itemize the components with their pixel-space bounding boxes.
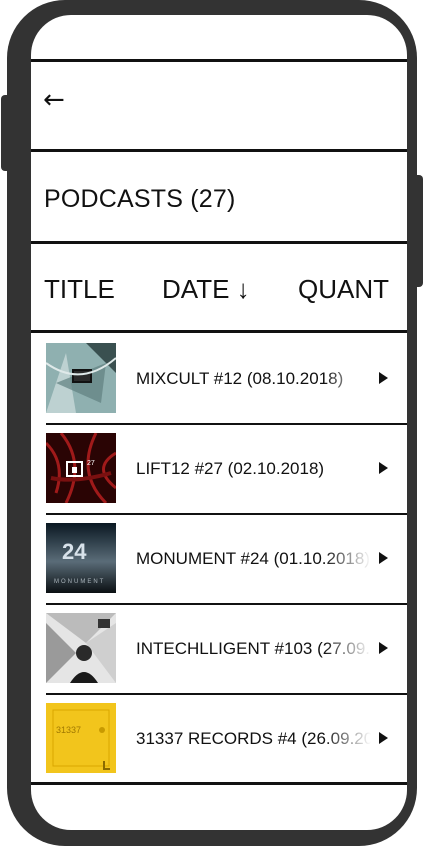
sort-by-date-button[interactable]: DATE ↓	[162, 274, 250, 305]
phone-frame: ← PODCASTS (27) TITLE DATE ↓ QUANT MIXCU…	[7, 0, 417, 846]
svg-text:27: 27	[87, 460, 95, 467]
svg-text:MONUMENT: MONUMENT	[54, 579, 105, 585]
podcast-cover-image	[46, 613, 116, 683]
page-title: PODCASTS (27)	[44, 185, 236, 213]
play-icon[interactable]	[379, 372, 388, 384]
screen: ← PODCASTS (27) TITLE DATE ↓ QUANT MIXCU…	[31, 15, 407, 830]
podcast-title: INTECHLLIGENT #103 (27.09.2018)	[136, 639, 371, 658]
list-item[interactable]: INTECHLLIGENT #103 (27.09.2018)	[31, 605, 407, 695]
list-item[interactable]: 31337 31337 RECORDS #4 (26.09.2018)	[31, 695, 407, 785]
divider	[31, 241, 407, 244]
divider	[31, 782, 407, 785]
podcast-cover-image: 24 MONUMENT	[46, 523, 116, 593]
list-item[interactable]: 24 MONUMENT MONUMENT #24 (01.10.2018)	[31, 515, 407, 605]
play-icon[interactable]	[379, 552, 388, 564]
podcast-cover-image: 27	[46, 433, 116, 503]
divider	[31, 330, 407, 333]
podcast-title: MIXCULT #12 (08.10.2018)	[136, 369, 344, 388]
podcast-title: 31337 RECORDS #4 (26.09.2018)	[136, 729, 371, 748]
list-item[interactable]: 27 LIFT12 #27 (02.10.2018)	[31, 425, 407, 515]
podcast-title: MONUMENT #24 (01.10.2018)	[136, 549, 371, 568]
list-item[interactable]: MIXCULT #12 (08.10.2018)	[31, 335, 407, 425]
sort-by-title-button[interactable]: TITLE	[44, 274, 115, 305]
play-icon[interactable]	[379, 642, 388, 654]
play-icon[interactable]	[379, 462, 388, 474]
play-icon[interactable]	[379, 732, 388, 744]
sort-by-quantity-button[interactable]: QUANT	[298, 274, 389, 305]
back-arrow-icon[interactable]: ←	[43, 87, 65, 113]
svg-text:24: 24	[62, 539, 87, 564]
podcast-cover-image	[46, 343, 116, 413]
divider	[31, 149, 407, 152]
podcast-title: LIFT12 #27 (02.10.2018)	[136, 459, 325, 478]
podcast-cover-image: 31337	[46, 703, 116, 773]
divider	[31, 59, 407, 62]
svg-text:31337: 31337	[56, 725, 81, 735]
